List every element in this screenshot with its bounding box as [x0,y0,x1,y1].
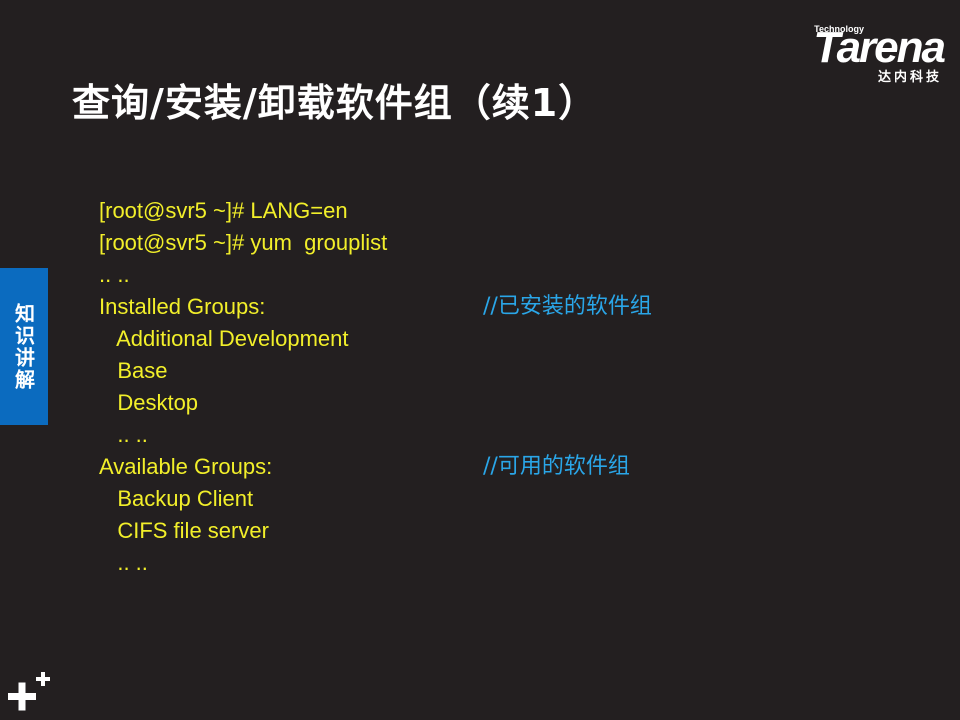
terminal-line-text: CIFS file server [99,518,269,543]
terminal-line-text: Installed Groups: [99,294,266,319]
side-tab-label: 知识讲解 [11,302,36,391]
terminal-output: [root@svr5 ~]# LANG=en [root@svr5 ~]# yu… [99,195,652,579]
plus-plus-icon [8,672,50,711]
terminal-line-text: .. .. [99,262,130,287]
terminal-line: CIFS file server [99,515,387,547]
terminal-line-text: Base [99,358,168,383]
terminal-line: Desktop [99,387,387,419]
terminal-line-text: .. .. [99,550,148,575]
logo-wordmark: Tarena [813,23,946,72]
terminal-line: [root@svr5 ~]# LANG=en [99,195,387,227]
terminal-line: Available Groups: //可用的软件组 [99,451,630,483]
terminal-line-text: Available Groups: [99,454,273,479]
terminal-line: .. .. [99,547,387,579]
terminal-line-text: .. .. [99,422,148,447]
terminal-line-text: Desktop [99,390,199,415]
terminal-comment: //已安装的软件组 [483,294,652,319]
side-tab-knowledge: 知识讲解 [0,268,48,425]
terminal-line: [root@svr5 ~]# yum grouplist [99,227,387,259]
terminal-line: Base [99,355,387,387]
terminal-line: .. .. [99,259,387,291]
terminal-line-text: Additional Development [99,326,349,351]
terminal-line-text: Backup Client [99,486,254,511]
terminal-line-text: [root@svr5 ~]# LANG=en [99,198,348,223]
slide-title: 查询/安装/卸载软件组（续1） [72,81,598,125]
logo-subtitle: 达内科技 [877,70,942,85]
terminal-line: Additional Development [99,323,387,355]
terminal-line: Installed Groups: //已安装的软件组 [99,291,652,323]
terminal-comment: //可用的软件组 [483,454,630,479]
terminal-line-text: [root@svr5 ~]# yum grouplist [99,230,388,255]
terminal-line: .. .. [99,419,387,451]
terminal-line: Backup Client [99,483,387,515]
tarena-logo: Technology Tarena 达内科技 [779,22,946,85]
